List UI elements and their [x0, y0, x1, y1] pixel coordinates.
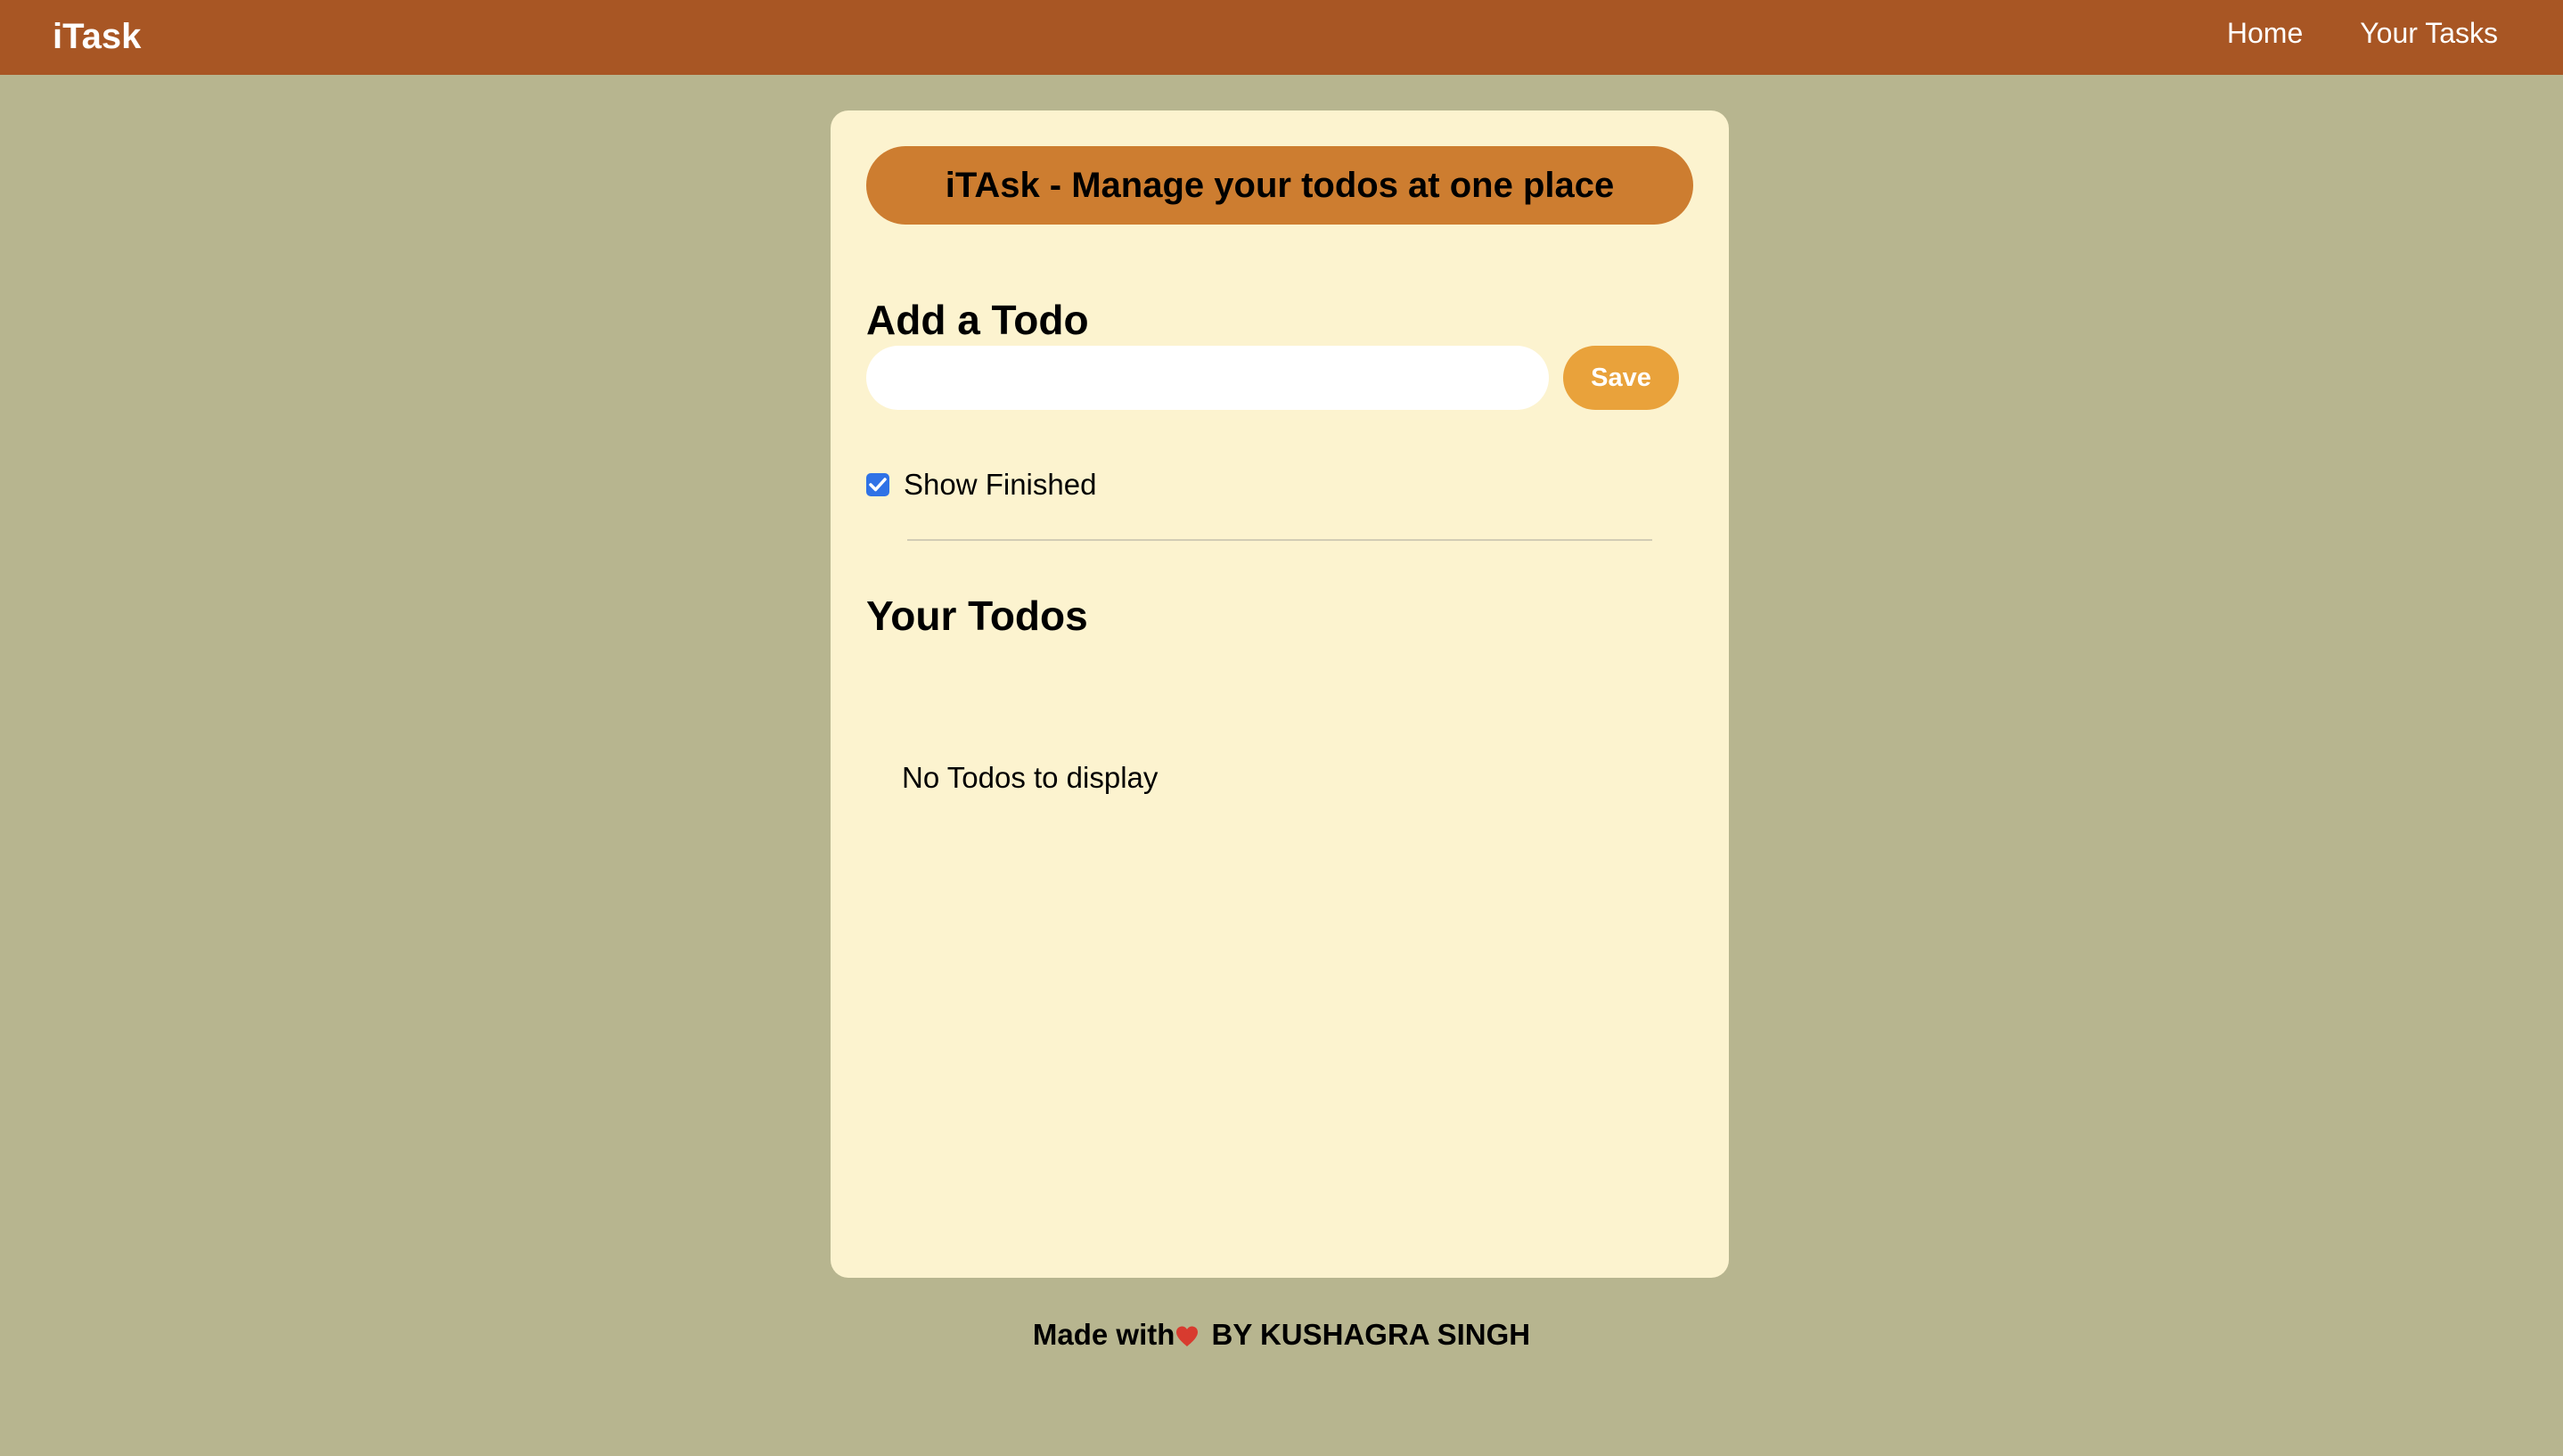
show-finished-label: Show Finished [904, 468, 1097, 501]
save-button[interactable]: Save [1563, 346, 1679, 410]
nav-links: Home Your Tasks [2227, 16, 2498, 50]
empty-todos-message: No Todos to display [902, 761, 1159, 794]
nav-link-your-tasks[interactable]: Your Tasks [2360, 16, 2498, 50]
heart-icon [1176, 1326, 1199, 1346]
your-todos-heading: Your Todos [866, 593, 1088, 640]
add-todo-heading: Add a Todo [866, 297, 1089, 344]
show-finished-toggle[interactable]: Show Finished [866, 467, 1096, 503]
todo-card: iTAsk - Manage your todos at one place A… [831, 110, 1729, 1278]
brand-logo[interactable]: iTask [53, 17, 141, 56]
footer: Made with BY KUSHAGRA SINGH [0, 1316, 2563, 1354]
todo-input[interactable] [866, 346, 1549, 410]
checkmark-icon [869, 478, 887, 492]
nav-link-home[interactable]: Home [2227, 16, 2303, 50]
footer-made-with: Made with [1032, 1318, 1175, 1351]
show-finished-checkbox[interactable] [866, 473, 889, 496]
navbar: iTask Home Your Tasks [0, 0, 2563, 75]
app-banner: iTAsk - Manage your todos at one place [866, 146, 1693, 225]
section-divider [907, 539, 1652, 541]
footer-author: BY KUSHAGRA SINGH [1203, 1318, 1531, 1351]
